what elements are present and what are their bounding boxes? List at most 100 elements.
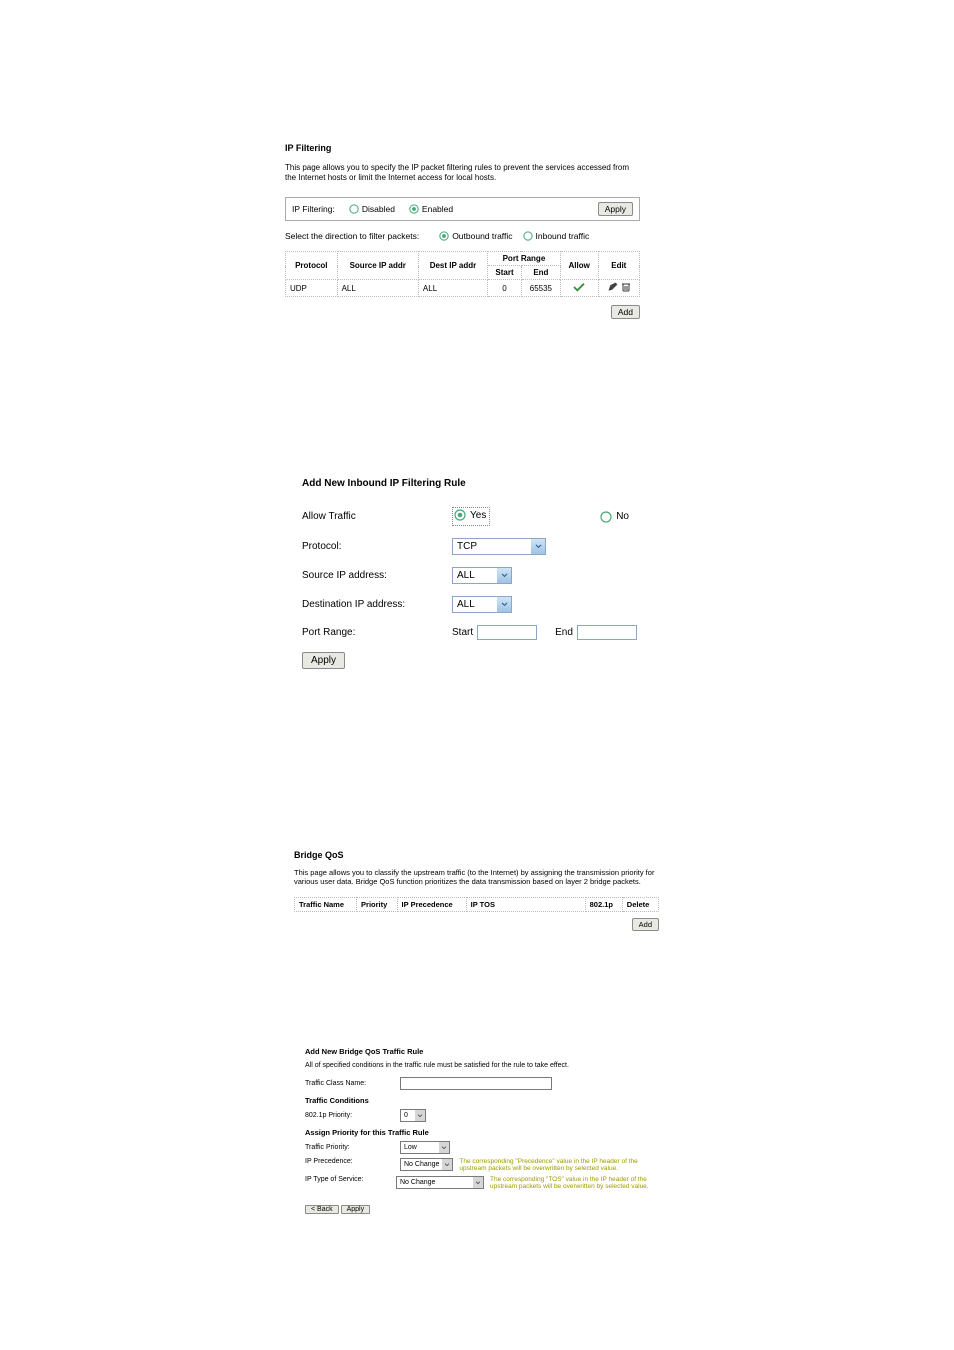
apply-button[interactable]: Apply [302, 652, 345, 669]
row-allow-traffic: Allow Traffic Yes No [302, 507, 647, 526]
traffic-conditions-heading: Traffic Conditions [305, 1096, 670, 1105]
row-dest-ip: Destination IP address: ALL [302, 596, 647, 613]
add-inbound-title: Add New Inbound IP Filtering Rule [302, 478, 647, 489]
cell-edit [598, 280, 639, 297]
assign-priority-heading: Assign Priority for this Traffic Rule [305, 1128, 670, 1137]
col-delete: Delete [622, 897, 658, 911]
col-protocol: Protocol [286, 252, 338, 280]
dropdown-arrow-icon [497, 568, 511, 583]
apply-button[interactable]: Apply [598, 202, 633, 216]
add-inbound-rule-panel: Add New Inbound IP Filtering Rule Allow … [302, 478, 647, 669]
select-dest-ip[interactable]: ALL [452, 596, 512, 613]
input-traffic-class-name[interactable] [400, 1077, 552, 1090]
col-edit: Edit [598, 252, 639, 280]
radio-disabled[interactable]: Disabled [349, 204, 395, 214]
label-protocol: Protocol: [302, 541, 452, 552]
label-end: End [555, 627, 573, 638]
radio-allow-no[interactable]: No [600, 511, 629, 523]
table-header-row: Traffic Name Priority IP Precedence IP T… [295, 897, 659, 911]
dropdown-arrow-icon [531, 539, 545, 554]
select-ip-precedence[interactable]: No Change [400, 1158, 453, 1171]
dropdown-arrow-icon [442, 1159, 452, 1170]
radio-outbound[interactable]: Outbound traffic [439, 231, 512, 241]
col-port-range: Port Range [488, 252, 561, 266]
row-source-ip: Source IP address: ALL [302, 567, 647, 584]
row-traffic-priority: Traffic Priority: Low [305, 1141, 670, 1154]
table-row: UDP ALL ALL 0 65535 [286, 280, 640, 297]
cell-protocol: UDP [286, 280, 338, 297]
direction-row: Select the direction to filter packets: … [285, 231, 640, 241]
col-allow: Allow [560, 252, 598, 280]
dropdown-arrow-icon [497, 597, 511, 612]
dropdown-arrow-icon [415, 1110, 425, 1121]
col-ip-tos: IP TOS [466, 897, 585, 911]
qos-table: Traffic Name Priority IP Precedence IP T… [294, 897, 659, 912]
dropdown-arrow-icon [473, 1177, 483, 1188]
dropdown-arrow-icon [439, 1142, 449, 1153]
radio-off-icon [523, 231, 533, 241]
allow-yes-wrap: Yes [452, 507, 490, 526]
label-traffic-class-name: Traffic Class Name: [305, 1080, 400, 1087]
add-bridge-qos-sub: All of specified conditions in the traff… [305, 1062, 670, 1069]
radio-off-icon [349, 204, 359, 214]
row-protocol: Protocol: TCP [302, 538, 647, 555]
delete-icon[interactable] [621, 285, 631, 294]
bridge-qos-desc: This page allows you to classify the ups… [294, 868, 659, 887]
radio-allow-yes[interactable]: Yes [454, 509, 486, 521]
row-ip-precedence: IP Precedence: No Change The correspondi… [305, 1158, 670, 1172]
ip-filtering-desc: This page allows you to specify the IP p… [285, 163, 635, 183]
col-start: Start [488, 266, 522, 280]
input-port-start[interactable] [477, 625, 537, 640]
col-ip-precedence: IP Precedence [397, 897, 466, 911]
col-source: Source IP addr [337, 252, 418, 280]
row-ip-tos: IP Type of Service: No Change The corres… [305, 1176, 670, 1190]
radio-off-icon [600, 511, 612, 523]
label-port-range: Port Range: [302, 627, 452, 638]
col-priority: Priority [357, 897, 398, 911]
col-traffic-name: Traffic Name [295, 897, 357, 911]
direction-label: Select the direction to filter packets: [285, 231, 419, 241]
col-dest: Dest IP addr [418, 252, 487, 280]
radio-on-icon [454, 509, 466, 521]
radio-on-icon [439, 231, 449, 241]
label-source-ip: Source IP address: [302, 570, 452, 581]
apply-button[interactable]: Apply [341, 1205, 371, 1214]
ip-filtering-mode-box: IP Filtering: Disabled Enabled Apply [285, 197, 640, 221]
radio-enabled[interactable]: Enabled [409, 204, 453, 214]
add-button[interactable]: Add [632, 918, 659, 931]
input-port-end[interactable] [577, 625, 637, 640]
ip-filtering-title: IP Filtering [285, 143, 640, 153]
select-source-ip[interactable]: ALL [452, 567, 512, 584]
cell-allow [560, 280, 598, 297]
select-traffic-priority[interactable]: Low [400, 1141, 450, 1154]
select-protocol[interactable]: TCP [452, 538, 546, 555]
row-port-range: Port Range: Start End [302, 625, 647, 640]
ip-filtering-panel: IP Filtering This page allows you to spe… [285, 143, 640, 319]
label-traffic-priority: Traffic Priority: [305, 1144, 400, 1151]
bridge-qos-title: Bridge QoS [294, 850, 659, 860]
back-button[interactable]: < Back [305, 1205, 339, 1214]
label-allow-traffic: Allow Traffic [302, 511, 452, 522]
cell-end: 65535 [521, 280, 560, 297]
radio-inbound[interactable]: Inbound traffic [523, 231, 590, 241]
cell-dest: ALL [418, 280, 487, 297]
select-ip-tos[interactable]: No Change [396, 1176, 484, 1189]
add-button[interactable]: Add [611, 305, 640, 319]
col-end: End [521, 266, 560, 280]
cell-source: ALL [337, 280, 418, 297]
label-dest-ip: Destination IP address: [302, 599, 452, 610]
add-bridge-qos-panel: Add New Bridge QoS Traffic Rule All of s… [305, 1047, 670, 1214]
add-bridge-qos-title: Add New Bridge QoS Traffic Rule [305, 1047, 670, 1056]
label-8021p-priority: 802.1p Priority: [305, 1112, 400, 1119]
label-ip-tos: IP Type of Service: [305, 1176, 396, 1183]
label-ip-precedence: IP Precedence: [305, 1158, 400, 1165]
filter-table: Protocol Source IP addr Dest IP addr Por… [285, 251, 640, 297]
ip-filtering-label: IP Filtering: [292, 204, 335, 214]
select-8021p-priority[interactable]: 0 [400, 1109, 426, 1122]
note-ip-precedence: The corresponding "Precedence" value in … [459, 1158, 639, 1172]
edit-icon[interactable] [607, 285, 619, 294]
check-icon [573, 282, 585, 292]
col-8021p: 802.1p [585, 897, 622, 911]
row-traffic-class-name: Traffic Class Name: [305, 1077, 670, 1090]
bridge-qos-panel: Bridge QoS This page allows you to class… [294, 850, 659, 931]
